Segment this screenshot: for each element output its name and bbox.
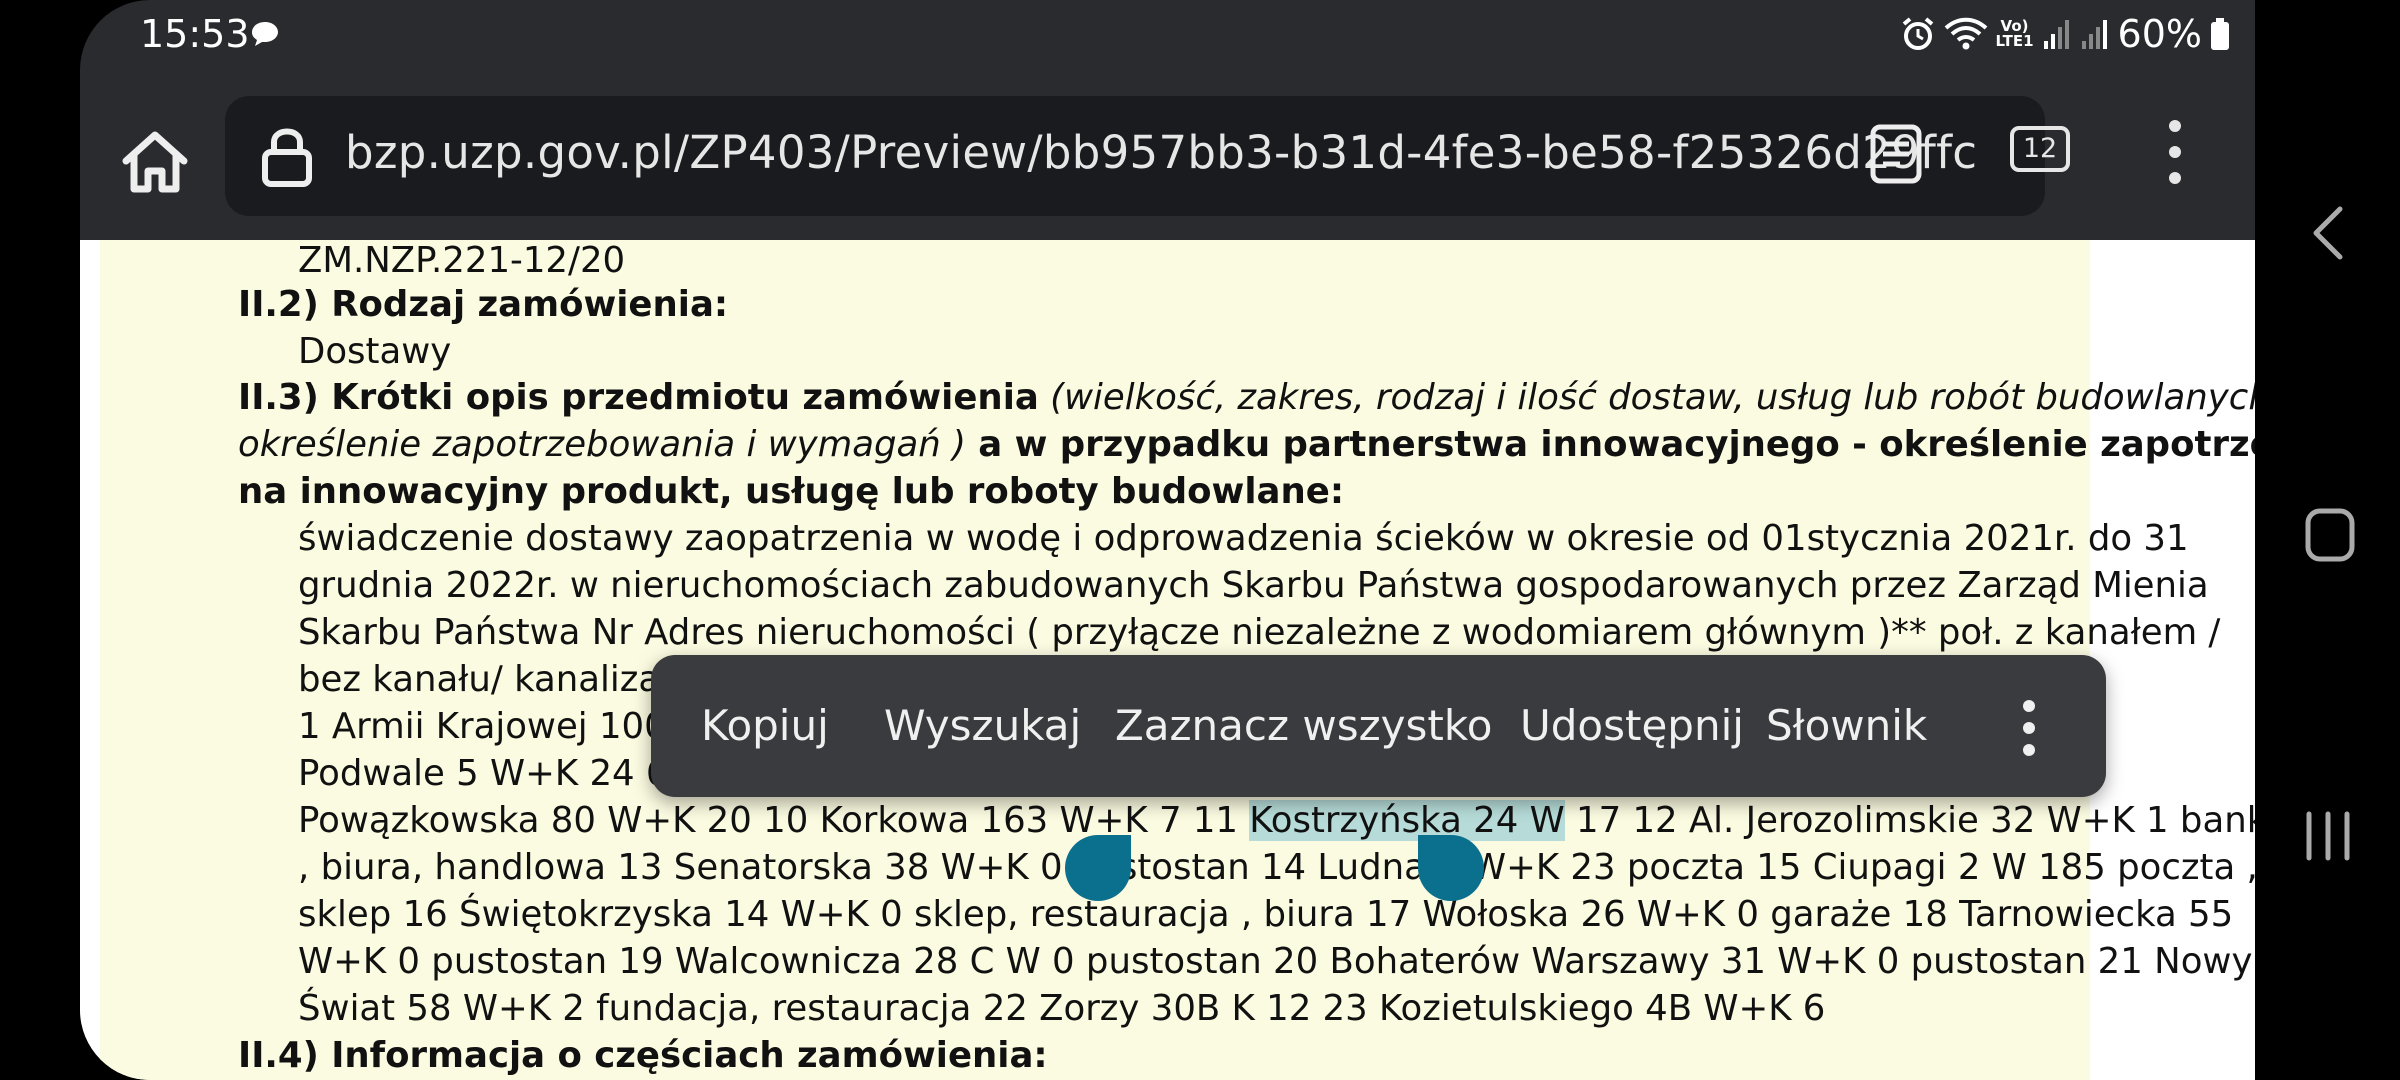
copy-menu-item[interactable]: Kopiuj	[701, 701, 829, 750]
reader-mode-icon	[1870, 124, 1922, 184]
battery-percent: 60%	[2117, 12, 2202, 56]
signal-icon	[2042, 17, 2072, 51]
search-menu-item[interactable]: Wyszukaj	[884, 701, 1081, 750]
wifi-icon	[1944, 16, 1988, 52]
home-button[interactable]	[110, 117, 200, 207]
back-button[interactable]	[2310, 205, 2344, 266]
status-time: 15:53	[140, 12, 250, 56]
more-dot-icon	[2023, 722, 2035, 734]
navigation-bar	[2255, 0, 2400, 1080]
order-type-value: Dostawy	[298, 331, 452, 372]
home-square-icon	[2305, 508, 2355, 562]
description-line: , biura, handlowa 13 Senatorska 38 W+K 0…	[298, 847, 2255, 888]
alarm-icon	[1900, 16, 1936, 52]
menu-dot-icon	[2169, 146, 2181, 158]
status-bar: 15:53 Vo) LTE1 60%	[80, 0, 2255, 72]
heading-bold: a w przypadku partnerstwa innowacyjnego …	[978, 424, 2255, 465]
reader-mode-button[interactable]	[1870, 124, 1922, 189]
browser-toolbar: bzp.uzp.gov.pl/ZP403/Preview/bb957bb3-b3…	[80, 72, 2255, 240]
home-nav-button[interactable]	[2305, 508, 2355, 567]
recents-icon	[2306, 811, 2350, 861]
signal-icon-2	[2080, 17, 2110, 51]
section-2-4-heading: II.4) Informacja o częściach zamówienia:	[238, 1035, 1048, 1076]
status-icons: Vo) LTE1 60%	[1900, 12, 2230, 56]
description-line: grudnia 2022r. w nieruchomościach zabudo…	[298, 565, 2209, 606]
address-bar[interactable]: bzp.uzp.gov.pl/ZP403/Preview/bb957bb3-b3…	[225, 96, 2045, 216]
text-segment: 17 12 Al. Jerozolimskie 32 W+K 1 bank	[1564, 800, 2255, 841]
recents-button[interactable]	[2303, 810, 2353, 867]
section-2-2-heading: II.2) Rodzaj zamówienia:	[238, 284, 729, 325]
description-line: Świat 58 W+K 2 fundacja, restauracja 22 …	[298, 988, 1826, 1029]
description-line: bez kanału/ kanalizacja	[298, 659, 712, 700]
text-selection-menu: Kopiuj Wyszukaj Zaznacz wszystko Udostęp…	[651, 655, 2106, 797]
more-dot-icon	[2023, 700, 2035, 712]
menu-dot-icon	[2169, 172, 2181, 184]
section-2-3-heading: II.3) Krótki opis przedmiotu zamówienia …	[238, 377, 2255, 418]
selection-handle-end[interactable]	[1418, 835, 1484, 901]
section-2-3-heading-cont: określenie zapotrzebowania i wymagań ) a…	[238, 424, 2255, 465]
description-line: Powązkowska 80 W+K 20 10 Korkowa 163 W+K…	[298, 800, 2255, 841]
description-line: Skarbu Państwa Nr Adres nieruchomości ( …	[298, 612, 2221, 653]
network-label: Vo) LTE1	[1995, 17, 2034, 50]
back-icon	[2313, 206, 2343, 260]
menu-dot-icon	[2169, 120, 2181, 132]
heading-bold: II.3) Krótki opis przedmiotu zamówienia	[238, 377, 1039, 418]
browser-menu-button[interactable]	[2165, 120, 2185, 190]
description-line: świadczenie dostawy zaopatrzenia w wodę …	[298, 518, 2189, 559]
selection-handle-start[interactable]	[1065, 835, 1131, 901]
description-line: W+K 0 pustostan 19 Walcownicza 28 C W 0 …	[298, 941, 2253, 982]
select-all-menu-item[interactable]: Zaznacz wszystko	[1115, 701, 1492, 750]
dictionary-menu-item[interactable]: Słownik	[1766, 701, 1927, 750]
selected-text[interactable]: Kostrzyńska 24 W	[1249, 800, 1565, 841]
share-menu-item[interactable]: Udostępnij	[1520, 701, 1744, 750]
description-line: sklep 16 Świętokrzyska 14 W+K 0 sklep, r…	[298, 894, 2234, 935]
home-icon	[122, 131, 188, 193]
more-dot-icon	[2023, 744, 2035, 756]
reference-number: ZM.NZP.221-12/20	[298, 240, 626, 281]
url-text[interactable]: bzp.uzp.gov.pl/ZP403/Preview/bb957bb3-b3…	[345, 126, 1977, 179]
chat-bubble-icon	[250, 20, 280, 53]
tab-switcher-button[interactable]: 12	[2010, 126, 2070, 172]
lock-icon[interactable]	[260, 124, 314, 193]
section-2-3-heading-end: na innowacyjny produkt, usługę lub robot…	[238, 471, 1345, 512]
more-options-button[interactable]	[2019, 700, 2039, 760]
battery-icon	[2210, 17, 2230, 51]
phone-screen: 15:53 Vo) LTE1 60% bzp.uzp.gov.pl/ZP403/…	[80, 0, 2255, 1080]
heading-italic: określenie zapotrzebowania i wymagań )	[238, 424, 966, 465]
heading-italic: (wielkość, zakres, rodzaj i ilość dostaw…	[1038, 377, 2255, 418]
